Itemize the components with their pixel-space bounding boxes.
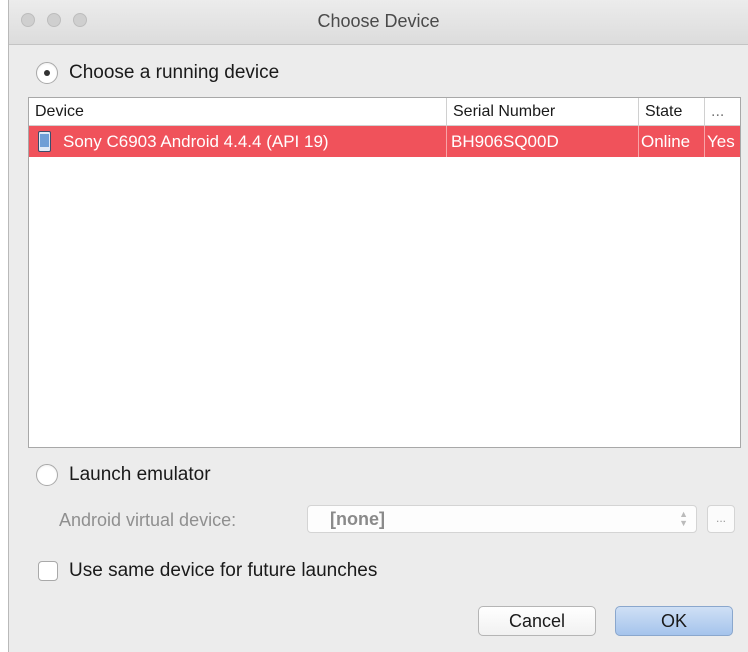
serial-number-cell: BH906SQ00D bbox=[447, 126, 639, 157]
choose-device-dialog: Choose Device Choose a running device De… bbox=[8, 0, 748, 652]
browse-avd-button[interactable]: ... bbox=[707, 505, 735, 533]
same-device-label[interactable]: Use same device for future launches bbox=[69, 560, 377, 582]
avd-selected-value: [none] bbox=[330, 509, 385, 529]
title-bar: Choose Device bbox=[9, 0, 748, 45]
device-name-cell: Sony C6903 Android 4.4.4 (API 19) bbox=[59, 126, 447, 157]
cancel-button[interactable]: Cancel bbox=[478, 606, 596, 636]
dialog-title: Choose Device bbox=[317, 11, 440, 31]
state-cell: Online bbox=[639, 126, 705, 157]
running-device-label[interactable]: Choose a running device bbox=[69, 62, 279, 84]
android-phone-icon bbox=[38, 131, 51, 152]
launch-emulator-radio[interactable] bbox=[36, 464, 58, 486]
column-header-more[interactable]: ... bbox=[705, 98, 740, 125]
android-virtual-device-label: Android virtual device: bbox=[59, 510, 237, 530]
column-header-serial-number[interactable]: Serial Number bbox=[447, 98, 639, 125]
running-device-radio[interactable] bbox=[36, 62, 58, 84]
column-header-device[interactable]: Device bbox=[29, 98, 447, 125]
column-header-state[interactable]: State bbox=[639, 98, 705, 125]
device-table: Device Serial Number State ... Sony C690… bbox=[28, 97, 741, 448]
radio-selected-dot bbox=[44, 70, 50, 76]
extra-cell: Yes bbox=[707, 132, 735, 151]
chevron-up-down-icon: ▲ ▼ bbox=[679, 509, 688, 528]
launch-emulator-label[interactable]: Launch emulator bbox=[69, 464, 211, 486]
same-device-checkbox[interactable] bbox=[38, 561, 58, 581]
android-virtual-device-select[interactable]: [none] ▲ ▼ bbox=[307, 505, 697, 533]
table-header: Device Serial Number State ... bbox=[29, 98, 740, 126]
ok-button[interactable]: OK bbox=[615, 606, 733, 636]
table-row[interactable]: Sony C6903 Android 4.4.4 (API 19) BH906S… bbox=[29, 126, 740, 157]
